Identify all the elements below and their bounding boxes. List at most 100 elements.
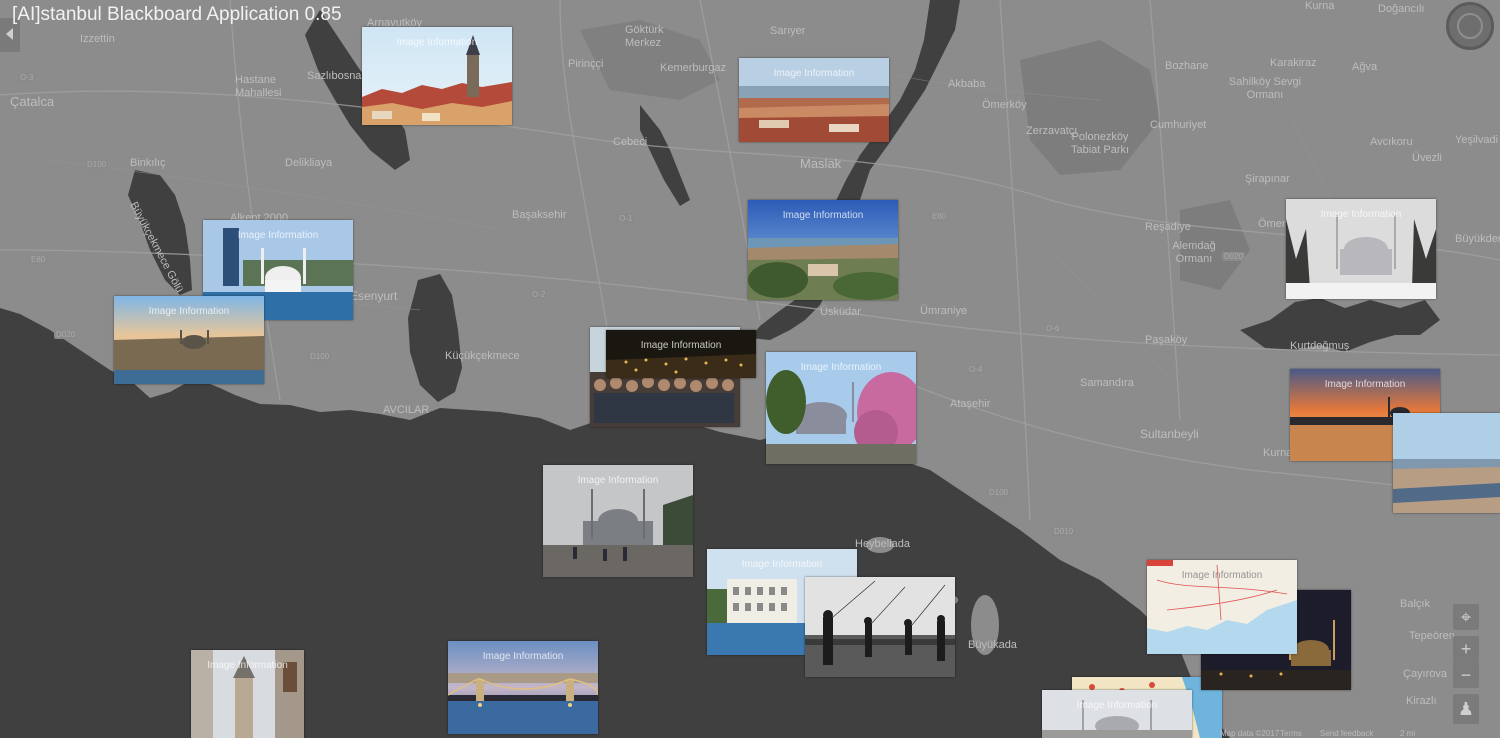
place-label: Ağva <box>1352 61 1378 73</box>
photo-galata-tower[interactable]: Image Information <box>362 27 512 125</box>
place-label: Alemdağ Ormanı <box>1172 240 1216 265</box>
road-badge: E80 <box>29 255 48 264</box>
place-label: Büyükada <box>968 639 1017 651</box>
photo-fishermen-bw[interactable] <box>805 577 955 677</box>
place-label: Başaksehir <box>512 209 567 221</box>
road-badge: O-4 <box>967 365 985 374</box>
zoom-out-button[interactable]: − <box>1453 662 1479 688</box>
app-title: [AI]stanbul Blackboard Application 0.85 <box>12 4 342 25</box>
place-label: Binkılıç <box>130 157 166 169</box>
place-label: Sahilköy Sevgi Ormanı <box>1228 76 1302 101</box>
place-label: Maslak <box>800 156 842 171</box>
terms-link[interactable]: Terms <box>1280 729 1302 738</box>
road-badge: E80 <box>930 212 949 221</box>
road-badge: O-6 <box>1044 324 1062 333</box>
photo-skyline-sunset[interactable]: Image Information <box>114 296 264 384</box>
place-label: Çatalca <box>10 94 55 109</box>
place-label: Hastane Mahallesi <box>235 74 282 99</box>
place-label: Balçık <box>1400 598 1430 610</box>
place-label: Cumhuriyet <box>1150 119 1207 131</box>
road-badge: O-2 <box>530 290 548 299</box>
photo-image <box>362 27 512 125</box>
compass-ring <box>1457 13 1483 39</box>
place-label: Şirapınar <box>1245 173 1290 185</box>
place-label: Paşaköy <box>1145 334 1188 346</box>
road-badge: D020 <box>54 330 78 339</box>
place-label: Delikliaya <box>285 157 333 169</box>
photo-mosque-snow[interactable]: Image Information <box>1286 199 1436 299</box>
place-label: Tepeören <box>1409 630 1455 642</box>
send-feedback-link[interactable]: Send feedback <box>1320 729 1373 738</box>
photo-image <box>1042 690 1192 738</box>
compass-icon[interactable] <box>1446 2 1494 50</box>
photo-blue-mosque-rain[interactable]: Image Information <box>543 465 693 577</box>
photo-image <box>748 200 898 300</box>
place-label: Kurna <box>1263 447 1293 459</box>
photo-image <box>766 352 916 464</box>
place-label: Ömerköy <box>982 99 1027 111</box>
road-badge: D010 <box>1052 527 1076 536</box>
photo-image <box>1286 199 1436 299</box>
place-label: Izzettin <box>80 33 115 45</box>
place-label: Üsküdar <box>820 306 861 318</box>
photo-image <box>606 330 756 378</box>
pegman-icon[interactable]: ♟ <box>1453 694 1479 724</box>
locate-button[interactable]: ⌖ <box>1453 604 1479 630</box>
photo-image <box>191 650 304 738</box>
place-label: Zerzavatçı <box>1026 125 1078 137</box>
photo-image <box>1147 560 1297 654</box>
photo-blue-mosque-blossom[interactable]: Image Information <box>766 352 916 464</box>
road-badge: D020 <box>1222 252 1246 261</box>
place-label: Samandıra <box>1080 377 1134 389</box>
photo-image <box>543 465 693 577</box>
photo-golden-horn-aerial[interactable]: Image Information <box>739 58 889 142</box>
place-label: Bozhane <box>1165 60 1209 72</box>
map-data-credit: Map data ©2017 <box>1220 729 1280 738</box>
photo-image <box>448 641 598 734</box>
place-label: Sultanbeyli <box>1140 427 1199 441</box>
place-label: Yeşilvadi <box>1455 134 1499 146</box>
road-badge: D100 <box>308 352 332 361</box>
photo-istanbul-map[interactable]: Image Information <box>1147 560 1297 654</box>
road-badge: O-3 <box>18 73 36 82</box>
photo-galata-street[interactable]: Image Information <box>191 650 304 738</box>
photo-chain-bridge[interactable]: Image Information <box>448 641 598 734</box>
road-badge: D100 <box>987 488 1011 497</box>
place-label: Akbaba <box>948 78 986 90</box>
place-label: Reşadiye <box>1145 221 1191 233</box>
place-label: Göktürk Merkez <box>625 24 664 49</box>
place-label: Ataşehir <box>950 398 991 410</box>
place-label: Cebeci <box>613 136 648 148</box>
place-label: Karakiraz <box>1270 57 1317 69</box>
place-label: AVCILAR <box>383 404 430 416</box>
photo-suleymaniye[interactable]: Image Information <box>1042 690 1192 738</box>
scale-label: 2 mi <box>1400 729 1416 738</box>
place-label: Ümraniye <box>920 305 968 317</box>
photo-city-panorama[interactable]: Image Information <box>748 200 898 300</box>
place-label: Kemerburgaz <box>660 62 727 74</box>
zoom-in-button[interactable]: + <box>1453 636 1479 662</box>
place-label: Kurna <box>1305 0 1335 12</box>
photo-bosphorus-view[interactable] <box>1393 413 1500 513</box>
place-label: Sazlıbosna <box>307 70 362 82</box>
place-label: Heybeliada <box>855 538 911 550</box>
place-label: Sarıyer <box>770 25 806 37</box>
place-label: Küçükçekmece <box>445 350 520 362</box>
place-label: Doğancılı <box>1378 3 1425 15</box>
place-label: Kurtdoğmuş <box>1290 340 1350 352</box>
place-label: Çayırova <box>1403 668 1448 680</box>
place-label: Pirinççi <box>568 58 604 70</box>
photo-image <box>1393 413 1500 513</box>
road-badge: D100 <box>85 160 109 169</box>
photo-image <box>739 58 889 142</box>
road-badge: O-1 <box>617 214 635 223</box>
map-canvas[interactable]: Izzettin Arnavutköy Göktürk Merkez Kemer… <box>0 0 1500 738</box>
place-label: Büyükderе <box>1455 233 1500 245</box>
chevron-left-icon <box>6 28 13 40</box>
photo-image <box>805 577 955 677</box>
place-label: Üvezli <box>1412 152 1442 164</box>
place-label: Avcıkoru <box>1370 136 1413 148</box>
photo-night-city[interactable]: Image Information <box>606 330 756 378</box>
place-label: Kirazlı <box>1406 695 1437 707</box>
photo-image <box>114 296 264 384</box>
